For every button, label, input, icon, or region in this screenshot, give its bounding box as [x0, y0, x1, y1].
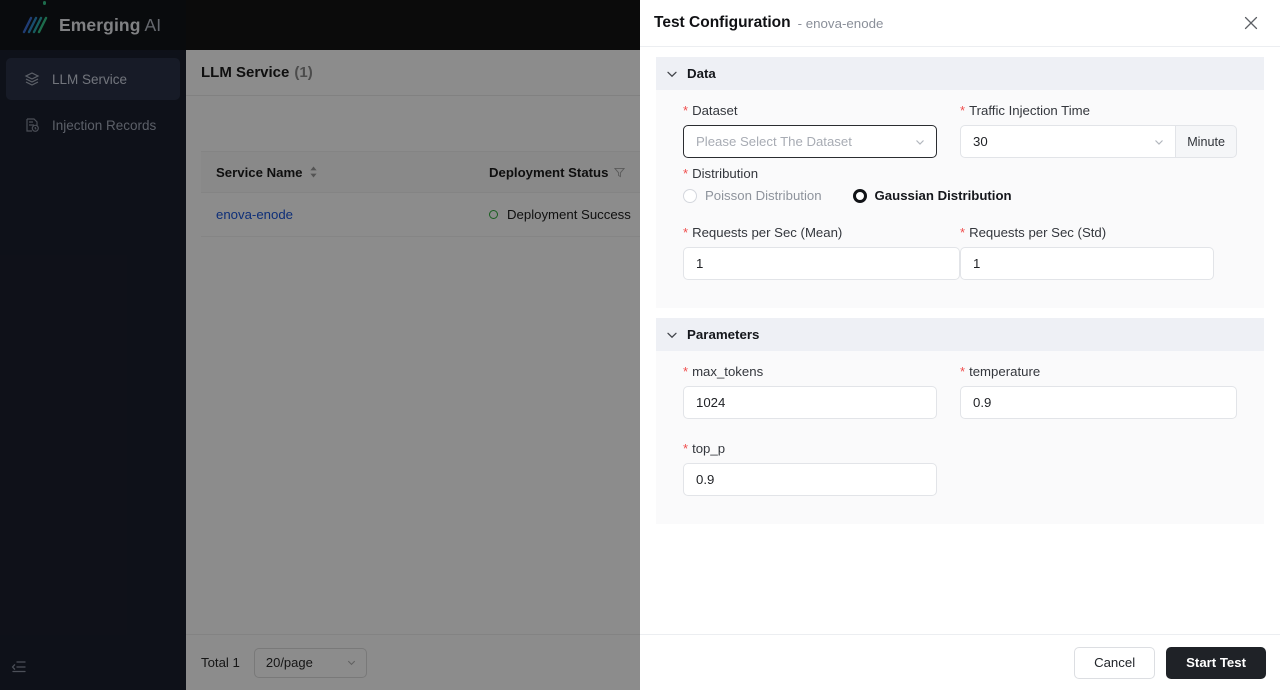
- section-data-header[interactable]: Data: [656, 57, 1264, 90]
- top-p-input[interactable]: 0.9: [683, 463, 937, 496]
- field-label-text: top_p: [692, 441, 726, 456]
- modal-body: Data * Dataset Please Select The Dataset: [640, 47, 1280, 634]
- field-label-text: Distribution: [692, 166, 759, 181]
- traffic-injection-time-value: 30: [973, 134, 988, 149]
- section-title: Data: [687, 66, 716, 81]
- field-label: * Dataset: [683, 103, 937, 118]
- radio-icon: [683, 188, 697, 203]
- field-label-text: Traffic Injection Time: [969, 103, 1090, 118]
- radio-poisson-distribution[interactable]: Poisson Distribution: [683, 188, 822, 203]
- temperature-input[interactable]: 0.9: [960, 386, 1237, 419]
- required-marker: *: [683, 364, 689, 379]
- modal-header: Test Configuration - enova-enode: [640, 0, 1280, 47]
- field-label: * top_p: [683, 441, 937, 456]
- dataset-placeholder: Please Select The Dataset: [696, 134, 852, 149]
- field-label: * Distribution: [683, 166, 1237, 181]
- requests-mean-input[interactable]: 1: [683, 247, 960, 280]
- required-marker: *: [960, 103, 966, 118]
- field-top-p: * top_p 0.9: [683, 441, 960, 496]
- test-configuration-modal: Test Configuration - enova-enode Data * …: [640, 0, 1280, 690]
- section-data: Data * Dataset Please Select The Dataset: [656, 57, 1264, 308]
- radio-label: Gaussian Distribution: [874, 188, 1012, 203]
- radio-icon: [852, 188, 867, 203]
- start-test-button[interactable]: Start Test: [1166, 646, 1266, 679]
- section-parameters: Parameters * max_tokens 1024 * temperatu…: [656, 318, 1264, 524]
- traffic-injection-time-unit: Minute: [1176, 125, 1237, 158]
- field-max-tokens: * max_tokens 1024: [683, 364, 960, 419]
- section-title: Parameters: [687, 327, 760, 342]
- modal-subtitle: - enova-enode: [797, 15, 884, 31]
- max-tokens-value: 1024: [696, 395, 726, 410]
- app-root: Emerging AI LLM Service Injection Record…: [0, 0, 1280, 690]
- section-parameters-body: * max_tokens 1024 * temperature 0.9 * to…: [656, 351, 1264, 524]
- field-label: * Requests per Sec (Mean): [683, 225, 960, 240]
- field-traffic-injection-time: * Traffic Injection Time 30 Minute: [960, 103, 1237, 158]
- field-temperature: * temperature 0.9: [960, 364, 1237, 419]
- radio-label: Poisson Distribution: [705, 188, 822, 203]
- field-distribution: * Distribution Poisson Distribution Gaus…: [683, 166, 1237, 203]
- required-marker: *: [683, 166, 689, 181]
- requests-std-value: 1: [973, 256, 981, 271]
- close-icon: [1244, 16, 1258, 30]
- section-parameters-header[interactable]: Parameters: [656, 318, 1264, 351]
- close-button[interactable]: [1240, 12, 1262, 34]
- distribution-radio-group: Poisson Distribution Gaussian Distributi…: [683, 188, 1237, 203]
- field-label: * max_tokens: [683, 364, 937, 379]
- field-requests-per-sec-std: * Requests per Sec (Std) 1: [960, 225, 1237, 280]
- requests-mean-value: 1: [696, 256, 704, 271]
- section-data-body: * Dataset Please Select The Dataset * Tr…: [656, 90, 1264, 308]
- field-dataset: * Dataset Please Select The Dataset: [683, 103, 960, 158]
- field-label-text: Requests per Sec (Std): [969, 225, 1107, 240]
- radio-gaussian-distribution[interactable]: Gaussian Distribution: [852, 188, 1012, 203]
- dataset-select[interactable]: Please Select The Dataset: [683, 125, 937, 158]
- requests-std-input[interactable]: 1: [960, 247, 1214, 280]
- field-label: * temperature: [960, 364, 1237, 379]
- chevron-down-icon: [667, 71, 677, 77]
- modal-title: Test Configuration: [654, 14, 791, 31]
- required-marker: *: [683, 441, 689, 456]
- max-tokens-input[interactable]: 1024: [683, 386, 937, 419]
- field-requests-per-sec-mean: * Requests per Sec (Mean) 1: [683, 225, 960, 280]
- required-marker: *: [960, 225, 966, 240]
- top-p-value: 0.9: [696, 472, 715, 487]
- required-marker: *: [960, 364, 966, 379]
- field-label-text: temperature: [969, 364, 1041, 379]
- required-marker: *: [683, 225, 689, 240]
- field-label: * Requests per Sec (Std): [960, 225, 1214, 240]
- traffic-injection-time-select[interactable]: 30: [960, 125, 1177, 158]
- chevron-down-icon: [667, 332, 677, 338]
- required-marker: *: [683, 103, 689, 118]
- field-label-text: Dataset: [692, 103, 738, 118]
- temperature-value: 0.9: [973, 395, 992, 410]
- chevron-down-icon: [1153, 136, 1165, 148]
- field-label: * Traffic Injection Time: [960, 103, 1237, 118]
- field-label-text: max_tokens: [692, 364, 764, 379]
- modal-footer: Cancel Start Test: [640, 634, 1280, 690]
- chevron-down-icon: [914, 136, 926, 148]
- cancel-button[interactable]: Cancel: [1074, 646, 1156, 679]
- field-label-text: Requests per Sec (Mean): [692, 225, 843, 240]
